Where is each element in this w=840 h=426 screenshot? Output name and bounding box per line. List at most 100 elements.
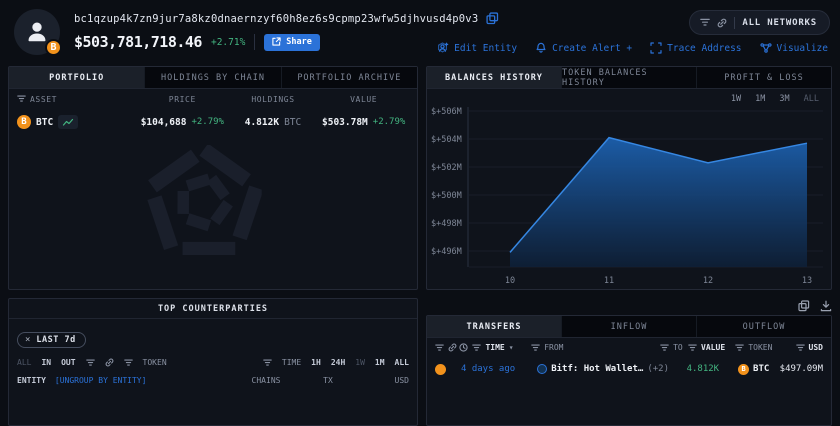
time-all[interactable]: ALL	[395, 358, 409, 367]
portfolio-panel: PORTFOLIO HOLDINGS BY CHAIN PORTFOLIO AR…	[8, 66, 418, 290]
col-time[interactable]: TIME	[485, 343, 504, 352]
entity-header: B bc1qzup4k7zn9jur7a8kz0dnaernzyf60h8ez6…	[0, 0, 840, 64]
link-icon[interactable]	[448, 343, 457, 352]
remove-filter-icon[interactable]: ×	[25, 335, 30, 345]
asset-price: $104,688	[141, 117, 187, 128]
portfolio-tabbar: PORTFOLIO HOLDINGS BY CHAIN PORTFOLIO AR…	[9, 67, 417, 89]
tab-portfolio-archive[interactable]: PORTFOLIO ARCHIVE	[282, 67, 417, 88]
svg-text:$+498M: $+498M	[431, 219, 462, 229]
portfolio-row-btc[interactable]: B BTC $104,688 +2.79% 4.812K BTC $503.78…	[9, 109, 417, 135]
transfer-from[interactable]: Bitf: Hot Wallet…	[551, 364, 643, 374]
col-entity[interactable]: ENTITY	[17, 376, 46, 385]
filter-icon[interactable]	[796, 344, 805, 352]
visualize-button[interactable]: Visualize	[760, 42, 828, 54]
networks-selector[interactable]: ALL NETWORKS	[689, 10, 830, 35]
arkham-logo-watermark	[146, 145, 262, 255]
col-asset[interactable]: ASSET	[30, 95, 57, 104]
col-value[interactable]: VALUE	[350, 95, 377, 104]
svg-text:12: 12	[703, 276, 713, 286]
col-price[interactable]: PRICE	[169, 95, 196, 104]
copy-address-icon[interactable]	[486, 12, 499, 25]
transfer-time[interactable]: 4 days ago	[461, 364, 537, 374]
edit-entity-icon	[437, 42, 449, 54]
asset-name: BTC	[36, 117, 53, 128]
filter-icon	[700, 18, 710, 27]
entity-avatar[interactable]: B	[14, 9, 60, 55]
filter-icon[interactable]	[86, 359, 95, 367]
filter-icon[interactable]	[660, 344, 669, 352]
tab-inflow[interactable]: INFLOW	[562, 316, 697, 337]
btc-icon: B	[17, 115, 31, 129]
transfer-row[interactable]: 4 days ago Bitf: Hot Wallet… (+2) bc1qzu…	[427, 357, 831, 381]
col-usd[interactable]: USD	[809, 343, 823, 352]
col-to[interactable]: TO	[673, 343, 683, 352]
tab-transfers[interactable]: TRANSFERS	[427, 316, 562, 337]
tab-portfolio[interactable]: PORTFOLIO	[9, 67, 145, 88]
tab-outflow[interactable]: OUTFLOW	[697, 316, 831, 337]
col-value[interactable]: VALUE	[701, 343, 725, 352]
price-chart-button[interactable]	[58, 115, 78, 129]
tab-balances-history[interactable]: BALANCES HISTORY	[427, 67, 562, 88]
tab-holdings-by-chain[interactable]: HOLDINGS BY CHAIN	[145, 67, 281, 88]
col-chains[interactable]: CHAINS	[235, 376, 297, 385]
range-all[interactable]: ALL	[804, 94, 819, 104]
networks-label: ALL NETWORKS	[742, 18, 817, 28]
filter-icon[interactable]	[124, 359, 133, 367]
last-7d-filter-chip[interactable]: × LAST 7d	[17, 332, 86, 348]
time-1h[interactable]: 1H	[311, 358, 321, 367]
create-alert-button[interactable]: Create Alert +	[535, 42, 632, 54]
edit-entity-button[interactable]: Edit Entity	[437, 42, 517, 54]
copy-table-icon[interactable]	[798, 300, 810, 312]
link-icon[interactable]	[105, 358, 114, 367]
filter-icon[interactable]	[17, 95, 26, 103]
transfer-token: BTC	[753, 364, 769, 374]
tab-profit-loss[interactable]: PROFIT & LOSS	[697, 67, 831, 88]
trace-address-button[interactable]: Trace Address	[650, 42, 741, 54]
range-3m[interactable]: 3M	[779, 94, 789, 104]
transfers-table-header: TIME ▾ FROM TO VALUE TOKEN USD	[427, 338, 831, 357]
svg-text:11: 11	[604, 276, 614, 286]
entity-icon	[537, 364, 547, 374]
tab-token-balances-history[interactable]: TOKEN BALANCES HISTORY	[562, 67, 697, 88]
sort-caret-icon[interactable]: ▾	[509, 343, 514, 352]
filter-icon[interactable]	[531, 344, 540, 352]
filter-icon[interactable]	[735, 344, 744, 352]
sparkline-icon	[62, 118, 74, 127]
filter-icon[interactable]	[472, 344, 481, 352]
counterparties-columns: ENTITY [UNGROUP BY ENTITY] CHAINS TX USD	[9, 367, 417, 385]
direction-out[interactable]: OUT	[61, 358, 75, 367]
col-from[interactable]: FROM	[544, 343, 563, 352]
col-tx[interactable]: TX	[297, 376, 359, 385]
svg-text:$+502M: $+502M	[431, 163, 462, 173]
asset-value: $503.78M	[322, 117, 368, 128]
time-1w[interactable]: 1W	[355, 358, 365, 367]
time-filter-label[interactable]: TIME	[282, 358, 301, 367]
entity-address: bc1qzup4k7zn9jur7a8kz0dnaernzyf60h8ez6s9…	[74, 13, 478, 25]
balances-tabbar: BALANCES HISTORY TOKEN BALANCES HISTORY …	[427, 67, 831, 89]
direction-all[interactable]: ALL	[17, 358, 31, 367]
transfer-value: 4.812K	[674, 364, 719, 374]
svg-text:$+500M: $+500M	[431, 191, 462, 201]
token-filter-label[interactable]: TOKEN	[143, 358, 167, 367]
col-holdings[interactable]: HOLDINGS	[251, 95, 294, 104]
trace-frame-icon	[650, 42, 662, 54]
top-counterparties-panel: TOP COUNTERPARTIES × LAST 7d ALL IN OUT …	[8, 298, 418, 426]
range-1m[interactable]: 1M	[755, 94, 765, 104]
range-1w[interactable]: 1W	[731, 94, 741, 104]
filter-icon[interactable]	[435, 344, 444, 352]
svg-text:$+504M: $+504M	[431, 135, 462, 145]
col-token[interactable]: TOKEN	[748, 343, 772, 352]
clock-icon[interactable]	[459, 343, 468, 352]
divider	[254, 34, 255, 50]
time-24h[interactable]: 24H	[331, 358, 345, 367]
portfolio-table-header: ASSET PRICE HOLDINGS VALUE	[9, 89, 417, 109]
entity-balance: $503,781,718.46	[74, 33, 202, 51]
filter-icon[interactable]	[263, 359, 272, 367]
col-usd[interactable]: USD	[359, 376, 409, 385]
ungroup-by-entity-link[interactable]: [UNGROUP BY ENTITY]	[55, 376, 147, 385]
filter-icon[interactable]	[688, 344, 697, 352]
time-1m[interactable]: 1M	[375, 358, 385, 367]
direction-in[interactable]: IN	[41, 358, 51, 367]
share-button[interactable]: Share	[264, 34, 320, 51]
download-icon[interactable]	[820, 300, 832, 312]
